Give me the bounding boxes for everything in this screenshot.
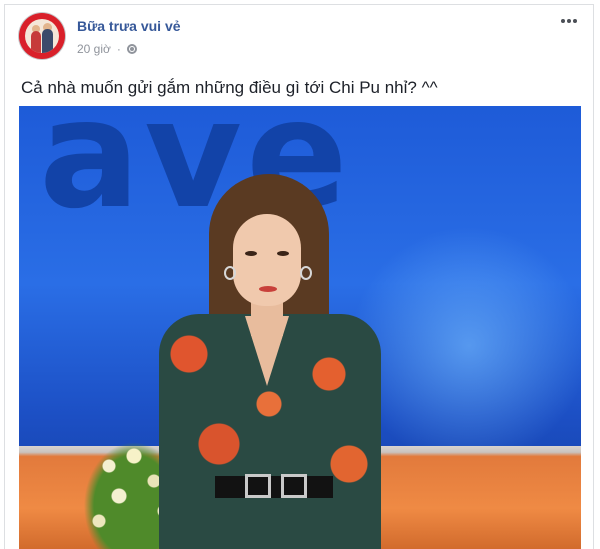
post-photo[interactable]: ave	[19, 106, 581, 549]
more-dot	[561, 19, 565, 23]
person-face	[233, 214, 301, 306]
earring	[224, 266, 236, 280]
person-eye	[245, 251, 257, 256]
post-card: Bữa trưa vui vẻ 20 giờ · Cả nhà muốn gửi…	[4, 4, 594, 549]
person-lips	[259, 286, 277, 292]
page-name-link[interactable]: Bữa trưa vui vẻ	[77, 18, 181, 34]
avatar-figure-body	[31, 31, 41, 53]
avatar-figure-body	[42, 29, 53, 53]
more-dot	[567, 19, 571, 23]
dress-neckline	[245, 316, 289, 386]
belt	[215, 476, 333, 498]
belt-buckle	[245, 474, 271, 498]
belt-buckle	[281, 474, 307, 498]
person-eye	[277, 251, 289, 256]
post-meta: 20 giờ ·	[77, 42, 137, 56]
more-options-icon[interactable]	[561, 19, 577, 25]
avatar-photo	[25, 19, 59, 53]
backdrop-glow	[349, 226, 581, 466]
earring	[300, 266, 312, 280]
meta-separator: ·	[116, 42, 121, 56]
post-timestamp[interactable]: 20 giờ	[77, 42, 111, 56]
more-dot	[573, 19, 577, 23]
post-text: Cả nhà muốn gửi gắm những điều gì tới Ch…	[21, 78, 438, 97]
page-avatar[interactable]	[19, 13, 65, 59]
globe-icon[interactable]	[126, 44, 137, 54]
